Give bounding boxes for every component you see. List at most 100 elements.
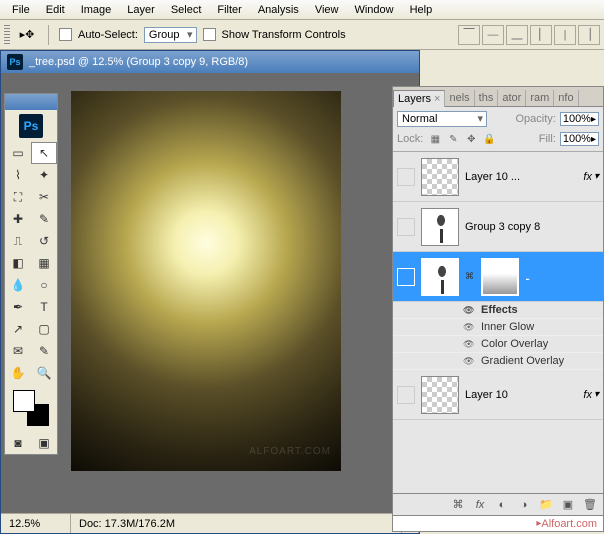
tab-layers[interactable]: Layers× [393, 90, 445, 107]
doc-info[interactable]: Doc: 17.3M/176.2M [71, 514, 402, 533]
show-transform-checkbox[interactable] [203, 28, 216, 41]
wand-tool[interactable]: ✦ [31, 164, 57, 186]
foreground-color[interactable] [13, 390, 35, 412]
eye-icon[interactable] [463, 321, 475, 333]
layer-name[interactable]: Group 3 copy 8 [465, 221, 599, 233]
layer-thumbnail[interactable] [421, 208, 459, 246]
layer-thumbnail[interactable] [421, 376, 459, 414]
opacity-input[interactable]: 100% ▸ [560, 112, 599, 126]
layer-row[interactable]: Layer 10 ... fx ▾ [393, 152, 603, 202]
lock-all-icon[interactable]: 🔒 [481, 131, 497, 147]
layer-name[interactable]: Layer 10 [465, 389, 577, 401]
mask-icon[interactable]: ◐ [493, 497, 511, 513]
type-tool[interactable]: T [31, 296, 57, 318]
align-top-icon[interactable]: ⎺ [458, 25, 480, 45]
pen-tool[interactable]: ✒ [5, 296, 31, 318]
menu-view[interactable]: View [307, 1, 347, 19]
eyedropper-tool[interactable]: ✎ [31, 340, 57, 362]
zoom-level[interactable]: 12.5% [1, 514, 71, 533]
auto-select-checkbox[interactable] [59, 28, 72, 41]
eye-icon[interactable] [463, 338, 475, 350]
menu-select[interactable]: Select [163, 1, 210, 19]
quickmask-toggle[interactable]: ◙ [5, 432, 31, 454]
document-titlebar[interactable]: Ps _tree.psd @ 12.5% (Group 3 copy 9, RG… [1, 51, 419, 73]
link-icon[interactable]: ⌘ [465, 271, 475, 282]
visibility-toggle[interactable] [397, 168, 415, 186]
history-brush-tool[interactable]: ↺ [31, 230, 57, 252]
layer-row[interactable]: Layer 10 fx ▾ [393, 370, 603, 420]
effect-item[interactable]: Inner Glow [393, 319, 603, 336]
eye-icon[interactable] [463, 355, 475, 367]
screenmode-toggle[interactable]: ▣ [31, 432, 57, 454]
brush-tool[interactable]: ✎ [31, 208, 57, 230]
fx-badge[interactable]: fx ▾ [583, 389, 599, 401]
blend-mode-dropdown[interactable]: Normal [397, 111, 487, 127]
fx-badge[interactable]: fx ▾ [583, 171, 599, 183]
layer-thumbnail[interactable] [421, 258, 459, 296]
new-layer-icon[interactable]: ▣ [559, 497, 577, 513]
zoom-tool[interactable]: 🔍 [31, 362, 57, 384]
blur-tool[interactable]: 💧 [5, 274, 31, 296]
slice-tool[interactable]: ✂ [31, 186, 57, 208]
layer-name[interactable]: Layer 10 ... [465, 171, 577, 183]
align-vcenter-icon[interactable]: — [482, 25, 504, 45]
menu-file[interactable]: File [4, 1, 38, 19]
adjustment-icon[interactable]: ◑ [515, 497, 533, 513]
auto-select-dropdown[interactable]: Group [144, 27, 197, 43]
trash-icon[interactable]: 🗑 [581, 497, 599, 513]
visibility-toggle[interactable] [397, 218, 415, 236]
layer-row[interactable]: Group 3 copy 8 [393, 202, 603, 252]
marquee-tool[interactable]: ▭ [5, 142, 31, 164]
gradient-tool[interactable]: ▦ [31, 252, 57, 274]
align-right-icon[interactable]: ⎥ [578, 25, 600, 45]
eye-icon[interactable] [463, 304, 475, 316]
tab-histogram[interactable]: ram [526, 90, 554, 106]
align-left-icon[interactable]: ⎢ [530, 25, 552, 45]
mask-thumbnail[interactable] [481, 258, 519, 296]
link-layers-icon[interactable]: ⌘ [449, 497, 467, 513]
fx-icon[interactable]: fx [471, 497, 489, 513]
canvas[interactable]: ALFOART.COM [71, 91, 341, 471]
folder-icon[interactable]: 📁 [537, 497, 555, 513]
color-swatches[interactable] [13, 390, 49, 426]
lock-transparency-icon[interactable]: ▦ [427, 131, 443, 147]
layer-thumbnail[interactable] [421, 158, 459, 196]
eraser-tool[interactable]: ◧ [5, 252, 31, 274]
tab-navigator[interactable]: ator [498, 90, 526, 106]
tab-channels[interactable]: nels [445, 90, 474, 106]
lock-pixels-icon[interactable]: ✎ [445, 131, 461, 147]
lasso-tool[interactable]: ⌇ [5, 164, 31, 186]
lock-position-icon[interactable]: ✥ [463, 131, 479, 147]
menu-analysis[interactable]: Analysis [250, 1, 307, 19]
visibility-toggle[interactable] [397, 386, 415, 404]
shape-tool[interactable]: ▢ [31, 318, 57, 340]
fill-input[interactable]: 100% ▸ [560, 132, 599, 146]
heal-tool[interactable]: ✚ [5, 208, 31, 230]
move-tool-icon[interactable]: ▸✥ [16, 24, 38, 46]
visibility-toggle[interactable] [397, 268, 415, 286]
align-hcenter-icon[interactable]: | [554, 25, 576, 45]
layer-row-selected[interactable]: ⌘ ... [393, 252, 603, 302]
layer-name[interactable]: ... [525, 271, 599, 283]
menu-image[interactable]: Image [73, 1, 120, 19]
menu-help[interactable]: Help [402, 1, 441, 19]
tab-paths[interactable]: ths [475, 90, 499, 106]
toolbox-titlebar[interactable] [5, 94, 57, 110]
effect-item[interactable]: Gradient Overlay [393, 353, 603, 370]
effects-header[interactable]: Effects [393, 302, 603, 319]
crop-tool[interactable]: ⛶ [5, 186, 31, 208]
align-bottom-icon[interactable]: ⎽ [506, 25, 528, 45]
effect-item[interactable]: Color Overlay [393, 336, 603, 353]
move-tool[interactable]: ↖ [31, 142, 57, 164]
menu-window[interactable]: Window [346, 1, 401, 19]
menu-layer[interactable]: Layer [119, 1, 163, 19]
notes-tool[interactable]: ✉ [5, 340, 31, 362]
stamp-tool[interactable]: ⎍ [5, 230, 31, 252]
hand-tool[interactable]: ✋ [5, 362, 31, 384]
path-tool[interactable]: ↗ [5, 318, 31, 340]
layers-footer: ⌘ fx ◐ ◑ 📁 ▣ 🗑 [393, 493, 603, 515]
tab-info[interactable]: nfo [554, 90, 578, 106]
menu-filter[interactable]: Filter [209, 1, 249, 19]
menu-edit[interactable]: Edit [38, 1, 73, 19]
dodge-tool[interactable]: ○ [31, 274, 57, 296]
